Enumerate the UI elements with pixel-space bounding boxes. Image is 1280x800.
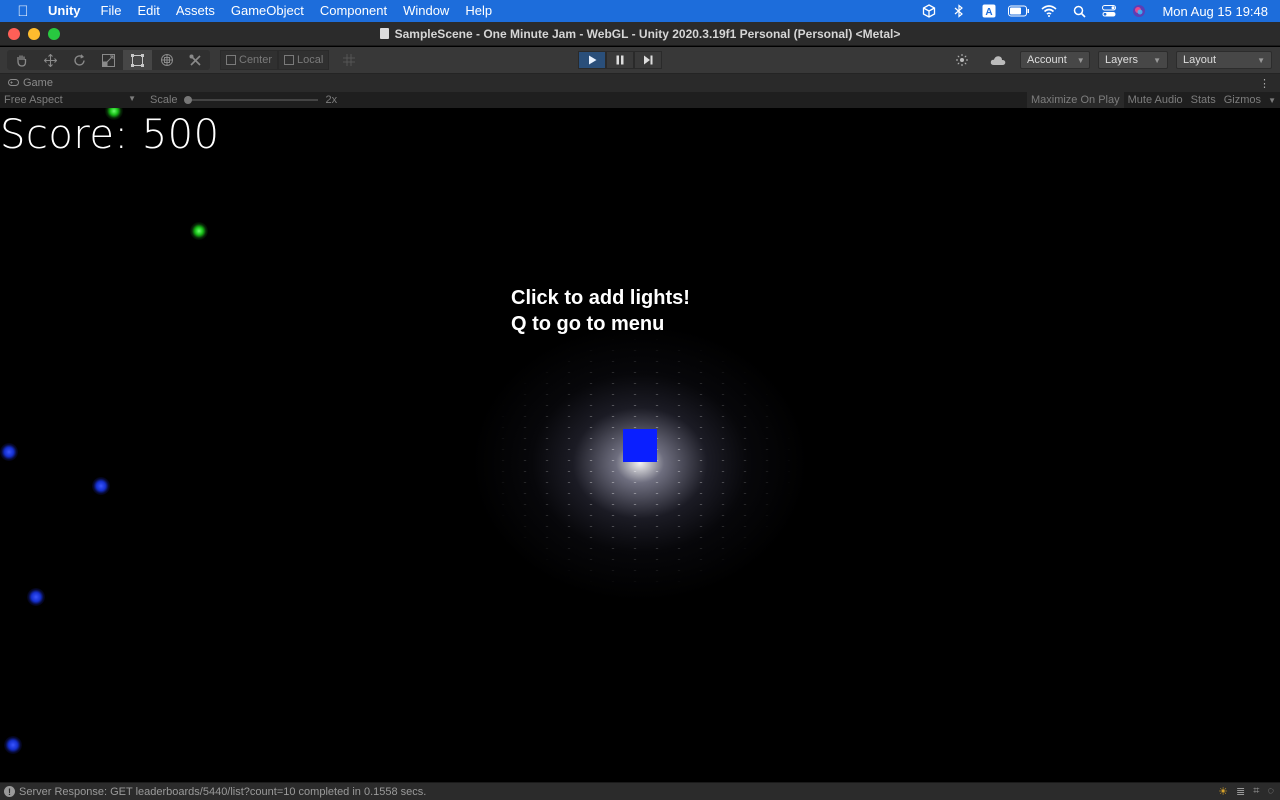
gamepad-icon [8, 78, 19, 88]
menu-window[interactable]: Window [395, 0, 457, 22]
aspect-dropdown[interactable]: Free Aspect ▼ [0, 94, 140, 106]
instructions: Click to add lights! Q to go to menu [511, 285, 690, 337]
status-message[interactable]: Server Response: GET leaderboards/5440/l… [19, 786, 426, 798]
input-source-icon[interactable]: A [974, 0, 1004, 22]
unity-hub-icon[interactable] [914, 0, 944, 22]
mac-menubar:  Unity File Edit Assets GameObject Comp… [0, 0, 1280, 22]
scale-label: Scale [150, 94, 178, 106]
pivot-center-label: Center [239, 54, 273, 66]
chevron-down-icon: ▼ [128, 94, 136, 103]
window-titlebar: SampleScene - One Minute Jam - WebGL - U… [0, 22, 1280, 46]
apple-icon[interactable]:  [0, 3, 46, 20]
blue-light [27, 588, 45, 606]
game-view-toolbar: Free Aspect ▼ Scale 2x Maximize On Play M… [0, 91, 1280, 109]
info-icon: ! [4, 786, 15, 797]
wifi-icon[interactable] [1034, 0, 1064, 22]
player-square [623, 429, 657, 462]
game-view-tab[interactable]: Game ⋮ [0, 74, 1280, 92]
center-icon [226, 55, 236, 65]
toolbar-right: Account ▼ Layers ▼ Layout ▼ [948, 51, 1272, 69]
status-items: A Mon Aug 15 19:48 [914, 0, 1280, 22]
mute-audio-toggle[interactable]: Mute Audio [1124, 92, 1187, 109]
hint-menu: Q to go to menu [511, 313, 665, 335]
window-title-text: SampleScene - One Minute Jam - WebGL - U… [394, 26, 901, 41]
layout-label: Layout [1183, 54, 1217, 66]
grid-snap-icon[interactable] [335, 50, 363, 70]
account-label: Account [1027, 54, 1067, 66]
game-tab-label: Game [23, 77, 53, 89]
maximize-on-play-toggle[interactable]: Maximize On Play [1026, 91, 1124, 109]
floor-pattern [470, 323, 810, 603]
rect-tool-icon[interactable] [123, 50, 152, 70]
pivot-local-toggle[interactable]: Local [278, 50, 330, 70]
pivot-controls: Center Local [220, 50, 330, 70]
score-text: Score: 500 [0, 112, 220, 158]
playback-controls [578, 51, 662, 69]
layers-dropdown[interactable]: Layers ▼ [1098, 51, 1168, 69]
chevron-down-icon: ▼ [1268, 95, 1276, 105]
layers-label: Layers [1105, 54, 1139, 66]
menu-file[interactable]: File [93, 0, 130, 22]
control-center-icon[interactable] [1094, 0, 1124, 22]
blue-light [4, 736, 22, 754]
cube-icon [284, 55, 295, 65]
collab-icon[interactable] [948, 51, 976, 69]
debug-mode-icon[interactable]: ⌗ [1253, 785, 1259, 798]
blue-light [0, 443, 18, 461]
menu-edit[interactable]: Edit [129, 0, 167, 22]
step-button[interactable] [634, 51, 662, 69]
pivot-local-label: Local [297, 54, 324, 66]
siri-icon[interactable] [1124, 0, 1154, 22]
screen:  Unity File Edit Assets GameObject Comp… [0, 0, 1280, 800]
chevron-down-icon: ▼ [1257, 55, 1265, 65]
document-icon [379, 27, 389, 39]
scale-value: 2x [325, 94, 338, 106]
blue-light [92, 477, 110, 495]
layers-stack-icon[interactable]: ≣ [1236, 785, 1245, 798]
menu-help[interactable]: Help [457, 0, 500, 22]
menu-component[interactable]: Component [312, 0, 395, 22]
custom-tools-icon[interactable] [181, 50, 210, 70]
game-view-options: Maximize On Play Mute Audio Stats Gizmos… [1026, 91, 1280, 109]
battery-icon[interactable] [1004, 0, 1034, 22]
menu-assets[interactable]: Assets [168, 0, 223, 22]
menu-app-unity[interactable]: Unity [46, 0, 93, 22]
green-light [190, 222, 208, 240]
layout-dropdown[interactable]: Layout ▼ [1176, 51, 1272, 69]
more-options-icon[interactable]: ⋮ [1259, 77, 1270, 90]
spotlight-search-icon[interactable] [1064, 0, 1094, 22]
gizmos-label: Gizmos [1223, 93, 1262, 106]
status-bar-icons: ☀ ≣ ⌗ ◌ [1218, 785, 1280, 798]
play-button[interactable] [578, 51, 606, 69]
hand-tool-icon[interactable] [7, 50, 36, 70]
pivot-center-toggle[interactable]: Center [220, 50, 279, 70]
bluetooth-icon[interactable] [944, 0, 974, 22]
aspect-label: Free Aspect [4, 94, 63, 106]
chevron-down-icon: ▼ [1153, 55, 1161, 65]
account-dropdown[interactable]: Account ▼ [1020, 51, 1090, 69]
transform-tools [7, 50, 210, 70]
menubar-clock[interactable]: Mon Aug 15 19:48 [1162, 4, 1268, 19]
stats-toggle[interactable]: Stats [1187, 92, 1220, 109]
move-tool-icon[interactable] [36, 50, 65, 70]
auto-generate-icon[interactable]: ◌ [1267, 785, 1274, 798]
game-viewport[interactable]: Score: 500 Click to add lights! Q to go … [0, 108, 1280, 782]
transform-tool-icon[interactable] [152, 50, 181, 70]
scale-control: Scale 2x [150, 94, 337, 106]
pause-button[interactable] [606, 51, 634, 69]
console-status-bar[interactable]: ! Server Response: GET leaderboards/5440… [0, 782, 1280, 800]
chevron-down-icon: ▼ [1076, 55, 1085, 65]
hint-add-lights: Click to add lights! [511, 287, 690, 309]
rotate-tool-icon[interactable] [65, 50, 94, 70]
gizmos-dropdown[interactable]: Gizmos ▼ [1220, 92, 1280, 109]
svg-text:A: A [986, 7, 993, 18]
window-title: SampleScene - One Minute Jam - WebGL - U… [0, 22, 1280, 46]
scale-tool-icon[interactable] [94, 50, 123, 70]
scale-slider[interactable] [183, 96, 318, 104]
unity-toolbar: Center Local Account ▼ Layers ▼ Layout ▼ [0, 47, 1280, 74]
cloud-icon[interactable] [984, 51, 1012, 69]
menu-gameobject[interactable]: GameObject [223, 0, 312, 22]
lighting-progress-icon[interactable]: ☀ [1218, 785, 1228, 798]
scale-slider-knob[interactable] [183, 96, 192, 104]
